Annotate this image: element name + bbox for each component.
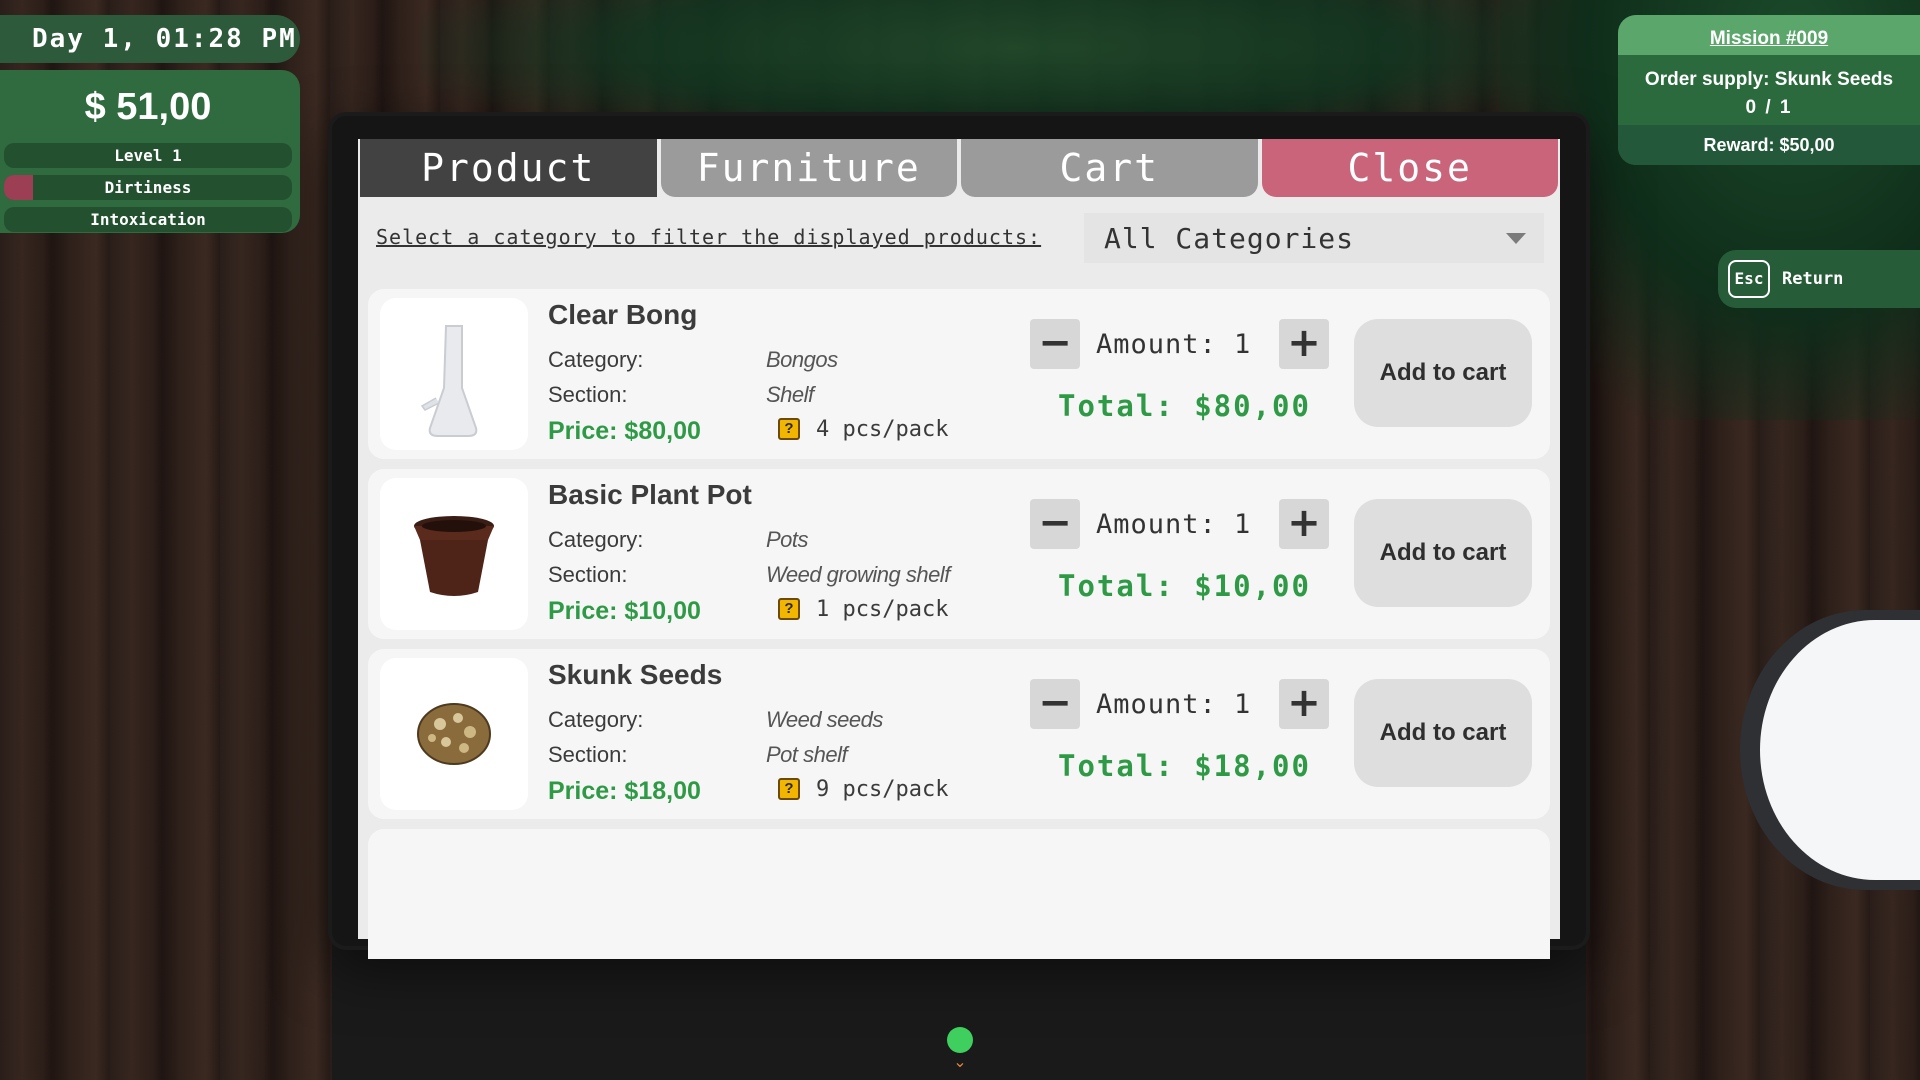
tab-furniture[interactable]: Furniture bbox=[660, 139, 957, 197]
category-value: Weed seeds bbox=[766, 707, 883, 732]
help-icon[interactable]: ? bbox=[778, 598, 800, 620]
category-label: Category: bbox=[548, 347, 644, 372]
esc-key-icon: Esc bbox=[1728, 260, 1770, 298]
return-button[interactable]: Esc Return bbox=[1718, 250, 1920, 308]
plant-pot-icon bbox=[380, 478, 528, 630]
filter-label: Select a category to filter the displaye… bbox=[376, 225, 1042, 249]
decrease-amount-button[interactable]: − bbox=[1030, 319, 1080, 369]
mission-description: Order supply: Skunk Seeds bbox=[1644, 69, 1894, 90]
section-value: Weed growing shelf bbox=[766, 562, 950, 587]
day-time-display: Day 1, 01:28 PM bbox=[0, 15, 300, 63]
intoxication-bar: Intoxication bbox=[4, 207, 292, 232]
help-icon[interactable]: ? bbox=[778, 778, 800, 800]
add-to-cart-button[interactable]: Add to cart bbox=[1354, 679, 1532, 787]
product-price: Price: $80,00 bbox=[548, 417, 701, 445]
level-bar: Level 1 bbox=[4, 143, 292, 168]
mission-title[interactable]: Mission #009 bbox=[1618, 15, 1920, 55]
category-value: Bongos bbox=[766, 347, 838, 372]
bong-icon bbox=[380, 298, 528, 450]
intoxication-label: Intoxication bbox=[90, 210, 206, 229]
total-price: Total: $18,00 bbox=[1058, 749, 1311, 783]
increase-amount-button[interactable]: + bbox=[1279, 499, 1329, 549]
close-button[interactable]: Close bbox=[1261, 139, 1558, 197]
mission-panel: Mission #009 Order supply: Skunk Seeds 0… bbox=[1618, 15, 1920, 165]
help-icon[interactable]: ? bbox=[778, 418, 800, 440]
chevron-down-icon: ⌄ bbox=[953, 1052, 967, 1071]
shop-tabs: Product Furniture Cart Close bbox=[360, 139, 1558, 197]
category-label: Category: bbox=[548, 527, 644, 552]
dirtiness-label: Dirtiness bbox=[104, 178, 192, 197]
section-label: Section: bbox=[548, 742, 628, 767]
product-price: Price: $10,00 bbox=[548, 597, 701, 625]
category-dropdown-value: All Categories bbox=[1104, 221, 1355, 255]
level-label: Level 1 bbox=[114, 146, 182, 165]
pack-size: 4 pcs/pack bbox=[816, 417, 949, 442]
chevron-down-icon bbox=[1506, 233, 1526, 244]
amount-display: Amount: 1 bbox=[1096, 329, 1252, 360]
category-dropdown[interactable]: All Categories bbox=[1084, 213, 1544, 263]
add-to-cart-button[interactable]: Add to cart bbox=[1354, 499, 1532, 607]
empty-product-slot bbox=[368, 829, 1550, 959]
product-list: Clear Bong Category: Bongos Section: She… bbox=[368, 289, 1550, 959]
section-label: Section: bbox=[548, 562, 628, 587]
category-label: Category: bbox=[548, 707, 644, 732]
power-led-icon bbox=[947, 1027, 973, 1053]
mission-progress: 0 / 1 bbox=[1745, 97, 1793, 118]
product-card: Skunk Seeds Category: Weed seeds Section… bbox=[368, 649, 1550, 819]
product-name: Skunk Seeds bbox=[548, 659, 723, 690]
total-price: Total: $10,00 bbox=[1058, 569, 1311, 603]
dirtiness-fill bbox=[4, 175, 33, 200]
lamp-shade bbox=[1760, 620, 1920, 880]
increase-amount-button[interactable]: + bbox=[1279, 679, 1329, 729]
shop-screen: Product Furniture Cart Close Select a ca… bbox=[358, 139, 1560, 959]
section-value: Shelf bbox=[766, 382, 814, 407]
total-price: Total: $80,00 bbox=[1058, 389, 1311, 423]
amount-display: Amount: 1 bbox=[1096, 689, 1252, 720]
seed-icon bbox=[380, 658, 528, 810]
mission-reward: Reward: $50,00 bbox=[1618, 125, 1920, 165]
pack-size: 1 pcs/pack bbox=[816, 597, 949, 622]
product-card: Basic Plant Pot Category: Pots Section: … bbox=[368, 469, 1550, 639]
dirtiness-bar: Dirtiness bbox=[4, 175, 292, 200]
product-name: Basic Plant Pot bbox=[548, 479, 752, 510]
section-value: Pot shelf bbox=[766, 742, 848, 767]
money-display: $ 51,00 bbox=[84, 86, 212, 128]
tab-cart[interactable]: Cart bbox=[961, 139, 1258, 197]
product-card: Clear Bong Category: Bongos Section: She… bbox=[368, 289, 1550, 459]
product-name: Clear Bong bbox=[548, 299, 698, 330]
category-value: Pots bbox=[766, 527, 809, 552]
player-stats-panel: $ 51,00 Level 1 Dirtiness Intoxication bbox=[0, 70, 300, 233]
add-to-cart-button[interactable]: Add to cart bbox=[1354, 319, 1532, 427]
increase-amount-button[interactable]: + bbox=[1279, 319, 1329, 369]
amount-display: Amount: 1 bbox=[1096, 509, 1252, 540]
decrease-amount-button[interactable]: − bbox=[1030, 499, 1080, 549]
section-label: Section: bbox=[548, 382, 628, 407]
pack-size: 9 pcs/pack bbox=[816, 777, 949, 802]
tab-product[interactable]: Product bbox=[360, 139, 657, 197]
decrease-amount-button[interactable]: − bbox=[1030, 679, 1080, 729]
product-price: Price: $18,00 bbox=[548, 777, 701, 805]
return-label: Return bbox=[1782, 269, 1844, 289]
